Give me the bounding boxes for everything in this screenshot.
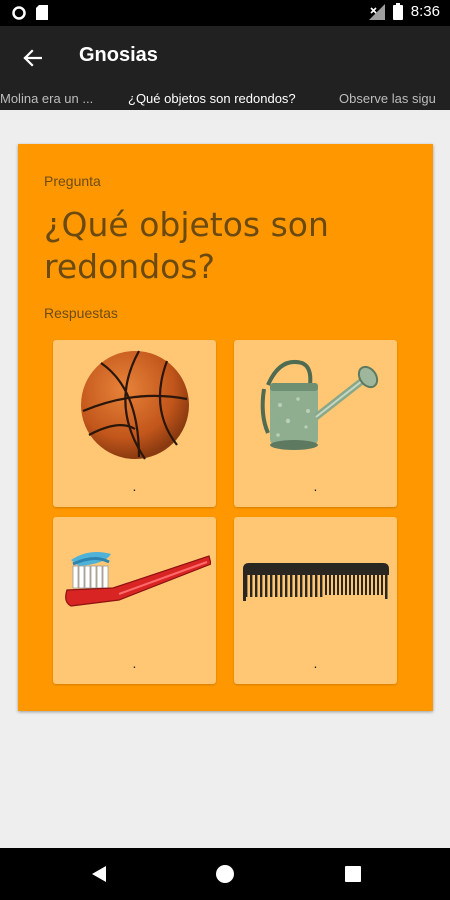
app-bar: Gnosias [0,26,450,88]
question-label: Pregunta [44,173,101,189]
status-bar: 8:36 [0,0,450,26]
back-triangle-icon [92,866,106,882]
nav-recents-button[interactable] [341,862,365,886]
answer-caption: . [132,655,137,671]
comb-image [234,517,397,647]
question-text: ¿Qué objetos son redondos? [44,205,329,286]
toothbrush-image [53,517,216,647]
no-signal-icon [368,3,385,20]
system-nav-bar [0,848,450,900]
tab-current[interactable]: ¿Qué objetos son redondos? [128,91,296,106]
question-tabs: Molina era un ... ¿Qué objetos son redon… [0,88,450,110]
answer-option-toothbrush[interactable]: . [53,517,216,684]
status-time: 8:36 [410,3,440,20]
circle-notification-icon [12,5,26,20]
nav-home-button[interactable] [213,862,237,886]
answer-caption: . [313,478,318,494]
question-card: Pregunta ¿Qué objetos son redondos? Resp… [18,144,433,711]
sd-card-icon [36,5,48,20]
back-button[interactable] [12,38,52,78]
tab-next[interactable]: Observe las sigu [339,91,436,106]
battery-icon [392,3,403,20]
app-title: Gnosias [79,44,158,66]
answer-caption: . [313,655,318,671]
watering-can-image [234,340,397,470]
home-circle-icon [216,865,234,883]
arrow-back-icon [23,49,42,67]
nav-back-button[interactable] [87,862,111,886]
answer-option-watering-can[interactable]: . [234,340,397,507]
answer-option-basketball[interactable]: . [53,340,216,507]
answer-option-comb[interactable]: . [234,517,397,684]
answers-label: Respuestas [44,305,118,321]
answer-caption: . [132,478,137,494]
recents-square-icon [345,866,361,882]
tab-previous[interactable]: Molina era un ... [0,91,93,106]
basketball-image [53,340,216,470]
